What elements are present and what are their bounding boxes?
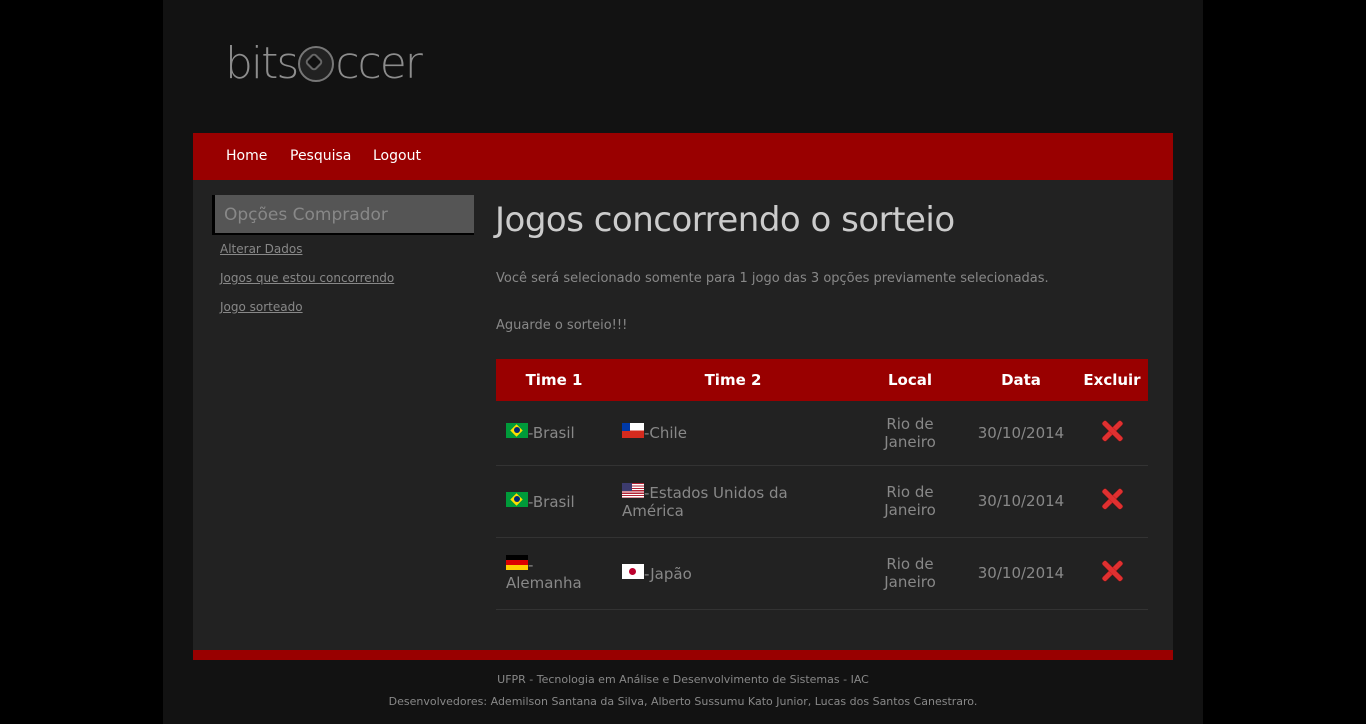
games-table: Time 1 Time 2 Local Data Excluir -Brasil… bbox=[496, 359, 1148, 610]
main-navbar: Home Pesquisa Logout bbox=[193, 133, 1173, 180]
sidebar-link-jogos-concorrendo[interactable]: Jogos que estou concorrendo bbox=[220, 271, 394, 285]
footer-developers: Desenvolvedores: Ademilson Santana da Si… bbox=[388, 695, 978, 708]
site-logo[interactable]: bits ccer bbox=[225, 38, 423, 89]
footer-bar bbox=[193, 650, 1173, 660]
content-panel: Opções Comprador Alterar Dados Jogos que… bbox=[193, 180, 1173, 650]
team2-name: -Japão bbox=[644, 564, 692, 583]
nav-logout-link[interactable]: Logout bbox=[373, 148, 421, 164]
logo-text-post: ccer bbox=[335, 38, 423, 89]
soccer-ball-icon bbox=[298, 46, 335, 82]
info-text: Você será selecionado somente para 1 jog… bbox=[496, 271, 1049, 286]
wait-text: Aguarde o sorteio!!! bbox=[496, 318, 628, 333]
table-header-row: Time 1 Time 2 Local Data Excluir bbox=[496, 359, 1148, 401]
header-local: Local bbox=[854, 359, 966, 401]
footer-institution: UFPR - Tecnologia em Análise e Desenvolv… bbox=[497, 673, 869, 686]
chile-flag-icon bbox=[622, 423, 644, 439]
header-excluir: Excluir bbox=[1076, 359, 1148, 401]
team1-name: -Brasil bbox=[528, 492, 575, 511]
team2-name: -Chile bbox=[644, 424, 687, 443]
header-time1: Time 1 bbox=[496, 359, 612, 401]
brazil-flag-icon bbox=[506, 423, 528, 439]
team1-name: -Brasil bbox=[528, 424, 575, 443]
local-cell: Rio de Janeiro bbox=[854, 537, 966, 610]
date-cell: 30/10/2014 bbox=[966, 401, 1076, 466]
table-row: -Brasil -Chile Rio de Janeiro 30/10/2014 bbox=[496, 401, 1148, 466]
team1-cell: -Brasil bbox=[496, 401, 612, 466]
logo-text-pre: bits bbox=[225, 38, 299, 89]
delete-cell bbox=[1076, 537, 1148, 610]
brazil-flag-icon bbox=[506, 491, 528, 507]
delete-icon[interactable] bbox=[1099, 418, 1125, 444]
local-cell: Rio de Janeiro bbox=[854, 465, 966, 538]
delete-cell bbox=[1076, 465, 1148, 538]
usa-flag-icon bbox=[622, 482, 644, 498]
sidebar-link-alterar-dados[interactable]: Alterar Dados bbox=[220, 242, 302, 256]
page-title: Jogos concorrendo o sorteio bbox=[495, 200, 955, 240]
japan-flag-icon bbox=[622, 563, 644, 579]
date-cell: 30/10/2014 bbox=[966, 465, 1076, 538]
header-data: Data bbox=[966, 359, 1076, 401]
team2-cell: -Estados Unidos da América bbox=[612, 465, 854, 538]
delete-cell bbox=[1076, 401, 1148, 466]
delete-icon[interactable] bbox=[1099, 558, 1125, 584]
nav-pesquisa-link[interactable]: Pesquisa bbox=[290, 148, 351, 164]
sidebar-title: Opções Comprador bbox=[212, 195, 474, 235]
delete-icon[interactable] bbox=[1099, 486, 1125, 512]
team1-cell: -Brasil bbox=[496, 465, 612, 538]
germany-flag-icon bbox=[506, 554, 528, 570]
sidebar-link-jogo-sorteado[interactable]: Jogo sorteado bbox=[220, 300, 303, 314]
page-container: bits ccer Home Pesquisa Logout Opções Com… bbox=[163, 0, 1203, 724]
date-cell: 30/10/2014 bbox=[966, 537, 1076, 610]
team2-cell: -Japão bbox=[612, 537, 854, 610]
team2-cell: -Chile bbox=[612, 401, 854, 466]
local-cell: Rio de Janeiro bbox=[854, 401, 966, 466]
table-row: -Alemanha -Japão Rio de Janeiro 30/10/20… bbox=[496, 537, 1148, 610]
team2-name: -Estados Unidos da América bbox=[622, 483, 788, 520]
header-time2: Time 2 bbox=[612, 359, 854, 401]
nav-home-link[interactable]: Home bbox=[226, 148, 267, 164]
table-row: -Brasil -Estados Unidos da América Rio d… bbox=[496, 465, 1148, 538]
team1-cell: -Alemanha bbox=[496, 537, 612, 610]
